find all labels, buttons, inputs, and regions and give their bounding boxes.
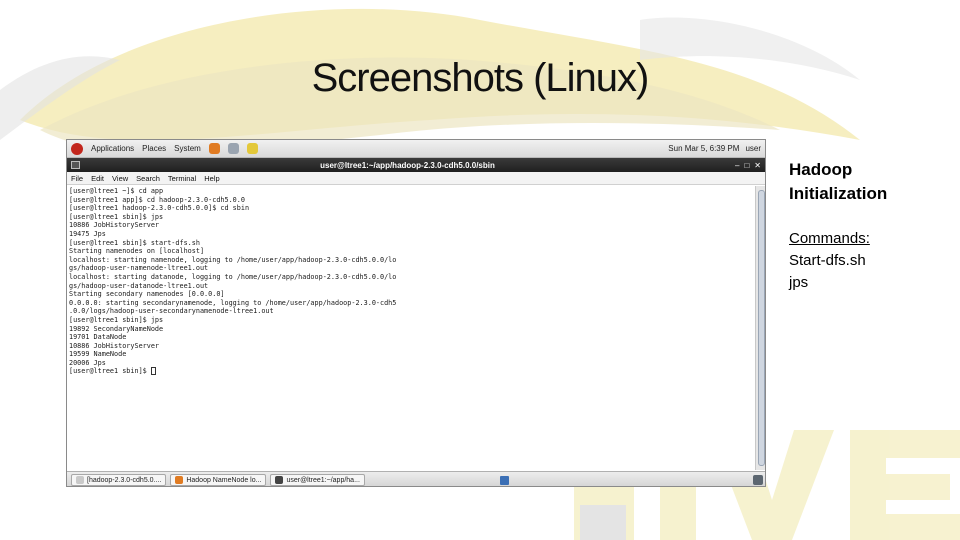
- side-heading-line1: Hadoop: [789, 160, 853, 179]
- maximize-button[interactable]: □: [744, 161, 749, 170]
- terminal-prompt: [user@ltree1 sbin]$: [69, 367, 151, 376]
- side-heading-line2: Initialization: [789, 184, 888, 203]
- text-cursor: [150, 367, 156, 376]
- terminal-line: [user@ltree1 sbin]$ jps: [69, 315, 164, 324]
- taskbar-item-label: user@ltree1:~/app/ha...: [286, 476, 360, 484]
- menu-view[interactable]: View: [112, 174, 128, 183]
- folder-icon: [76, 476, 84, 484]
- firefox-icon: [175, 476, 184, 484]
- taskbar-item-firefox[interactable]: Hadoop NameNode lo...: [170, 474, 267, 486]
- command-item: Start-dfs.sh: [789, 252, 866, 269]
- bottom-taskbar: [hadoop-2.3.0-cdh5.0.... Hadoop NameNode…: [67, 471, 765, 486]
- terminal-line: 19599 NameNode: [69, 350, 127, 359]
- window-title: user@ltree1:~/app/hadoop-2.3.0-cdh5.0.0/…: [320, 160, 495, 170]
- close-button[interactable]: ✕: [754, 161, 761, 170]
- gnome-top-panel: Applications Places System Sun Mar 5, 6:…: [67, 140, 765, 158]
- terminal-line: localhost: starting datanode, logging to…: [69, 272, 397, 281]
- panel-clock[interactable]: Sun Mar 5, 6:39 PM: [668, 144, 739, 153]
- menu-help[interactable]: Help: [204, 174, 219, 183]
- terminal-scrollbar[interactable]: [755, 186, 765, 470]
- terminal-line: 19892 SecondaryNameNode: [69, 324, 164, 333]
- terminal-line: [user@ltree1 sbin]$ start-dfs.sh: [69, 238, 200, 247]
- terminal-icon: [71, 161, 80, 169]
- terminal-menubar: File Edit View Search Terminal Help: [67, 172, 765, 185]
- firefox-icon[interactable]: [208, 143, 220, 154]
- panel-menu-applications[interactable]: Applications: [91, 144, 134, 153]
- terminal-line: localhost: starting namenode, logging to…: [69, 255, 397, 264]
- terminal-icon: [275, 476, 284, 484]
- menu-search[interactable]: Search: [136, 174, 160, 183]
- terminal-prompt-line[interactable]: [user@ltree1 sbin]$: [69, 367, 753, 376]
- taskbar-item-file-browser[interactable]: [hadoop-2.3.0-cdh5.0....: [71, 474, 167, 486]
- menu-edit[interactable]: Edit: [91, 174, 104, 183]
- side-panel: Hadoop Initialization Commands: Start-df…: [789, 158, 959, 294]
- terminal-line: 0.0.0.0: starting secondarynamenode, log…: [69, 298, 397, 307]
- notes-icon[interactable]: [246, 143, 258, 154]
- menu-terminal[interactable]: Terminal: [168, 174, 196, 183]
- panel-menu-places[interactable]: Places: [142, 144, 166, 153]
- scrollbar-thumb[interactable]: [758, 190, 765, 466]
- terminal-line: [user@ltree1 ~]$ cd app: [69, 187, 164, 195]
- mail-icon[interactable]: [227, 143, 239, 154]
- terminal-line: 19701 DataNode: [69, 333, 127, 342]
- slide-title: Screenshots (Linux): [311, 56, 650, 100]
- taskbar-item-label: [hadoop-2.3.0-cdh5.0....: [87, 476, 162, 484]
- terminal-line: 10886 JobHistoryServer: [69, 341, 160, 350]
- menu-file[interactable]: File: [71, 174, 83, 183]
- taskbar-item-terminal[interactable]: user@ltree1:~/app/ha...: [270, 474, 365, 486]
- workspace-switcher-icon[interactable]: [500, 475, 509, 485]
- terminal-line: Starting secondary namenodes [0.0.0.0]: [69, 290, 225, 299]
- linux-desktop-screenshot: Applications Places System Sun Mar 5, 6:…: [66, 139, 766, 487]
- distro-logo-icon: [71, 142, 83, 155]
- terminal-output[interactable]: [user@ltree1 ~]$ cd app [user@ltree1 app…: [67, 186, 755, 470]
- commands-label: Commands:: [789, 230, 870, 247]
- panel-user[interactable]: user: [745, 144, 761, 153]
- taskbar-item-label: Hadoop NameNode lo...: [186, 476, 262, 484]
- terminal-line: .0.0/logs/hadoop-user-secondarynamenode-…: [69, 307, 274, 316]
- command-item: jps: [789, 274, 809, 291]
- terminal-line: 19475 Jps: [69, 229, 106, 238]
- terminal-line: 10886 JobHistoryServer: [69, 221, 160, 230]
- terminal-line: Starting namenodes on [localhost]: [69, 247, 205, 256]
- minimize-button[interactable]: –: [735, 161, 739, 170]
- terminal-line: [user@ltree1 app]$ cd hadoop-2.3.0-cdh5.…: [69, 195, 245, 204]
- terminal-line: gs/hadoop-user-namenode-ltree1.out: [69, 264, 209, 273]
- terminal-line: 20006 Jps: [69, 358, 106, 367]
- terminal-line: [user@ltree1 sbin]$ jps: [69, 212, 164, 221]
- terminal-line: gs/hadoop-user-datanode-ltree1.out: [69, 281, 209, 290]
- trash-icon[interactable]: [753, 475, 763, 485]
- terminal-line: [user@ltree1 hadoop-2.3.0-cdh5.0.0]$ cd …: [69, 204, 250, 213]
- terminal-window-titlebar[interactable]: user@ltree1:~/app/hadoop-2.3.0-cdh5.0.0/…: [67, 158, 765, 172]
- panel-menu-system[interactable]: System: [174, 144, 201, 153]
